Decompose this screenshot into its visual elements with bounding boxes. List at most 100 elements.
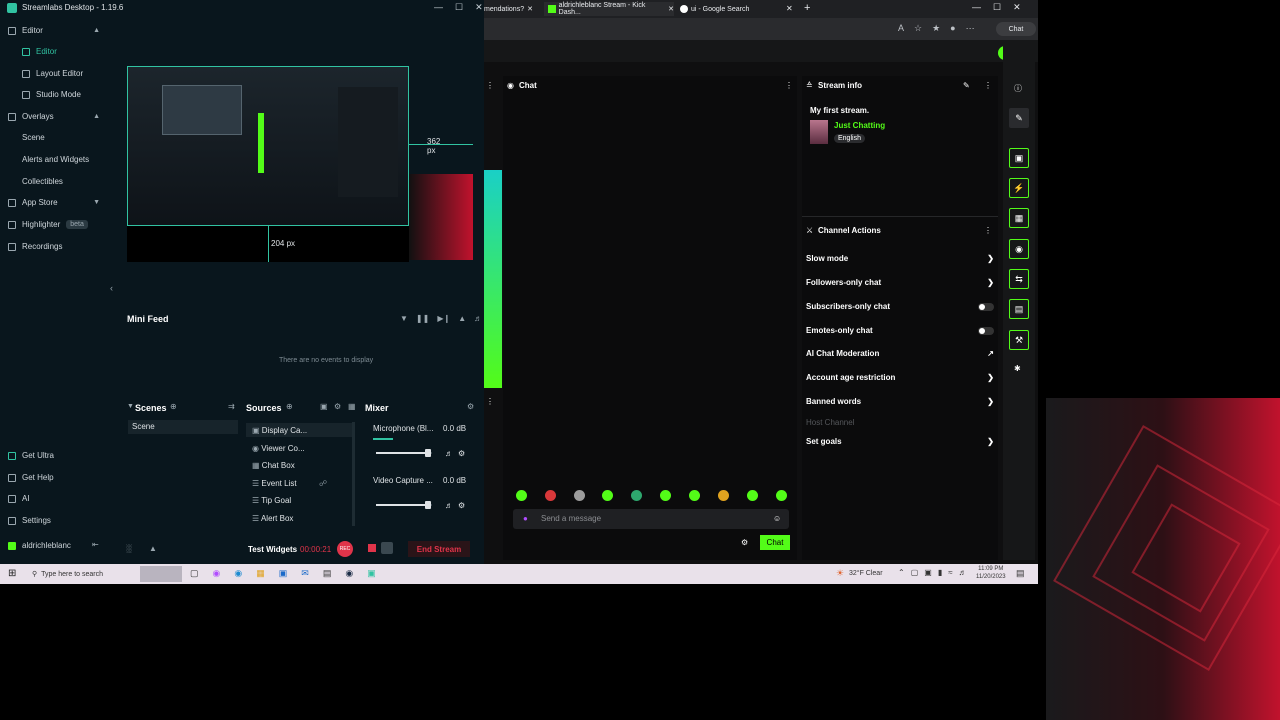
properties-icon[interactable]: ▦ [348, 402, 356, 411]
outlook-icon[interactable]: ✉ [301, 568, 309, 579]
more-icon[interactable]: ⋮ [984, 81, 992, 90]
overlay-red-source[interactable] [409, 174, 473, 260]
gear-icon[interactable]: ⚙ [741, 538, 748, 547]
nav-overlays[interactable]: Overlays [8, 112, 54, 121]
nav-settings[interactable]: Settings [8, 516, 51, 525]
nav-editor[interactable]: Editor [22, 47, 57, 56]
toolbar-button[interactable]: ⚒ [1009, 330, 1029, 350]
add-source-icon[interactable]: ⊕ [286, 402, 293, 411]
emoji-icon[interactable]: ☺ [773, 514, 781, 523]
stream-preview[interactable]: 362 px 204 px [127, 66, 473, 262]
close-icon[interactable]: ✕ [1013, 2, 1021, 13]
browser-tab-active[interactable]: aldrichleblanc Stream - Kick Dash... ✕ [544, 2, 674, 16]
more-icon[interactable]: ⋮ [785, 81, 793, 90]
nav-get-help[interactable]: Get Help [8, 473, 54, 482]
rec-button[interactable]: REC [337, 541, 353, 557]
action-followers-only[interactable]: Followers-only chat ❯ [806, 278, 994, 287]
notification-bell-icon[interactable]: ▲ [149, 544, 157, 553]
pause-icon[interactable]: ❚❚ [416, 314, 429, 323]
taskbar-search[interactable]: ⚲ Type here to search [26, 565, 136, 583]
new-tab-icon[interactable]: + [804, 2, 810, 14]
emote-icon[interactable] [602, 490, 613, 501]
source-item[interactable]: ☰ Alert Box [252, 514, 293, 523]
edit-pencil-icon[interactable]: ✎ [963, 81, 970, 90]
emote-icon[interactable] [660, 490, 671, 501]
emote-icon[interactable] [631, 490, 642, 501]
menu-icon[interactable]: ⋯ [966, 23, 975, 34]
chevron-down-icon[interactable]: ▼ [93, 199, 100, 206]
display-capture-source[interactable] [127, 66, 409, 226]
translate-icon[interactable]: A [898, 23, 904, 34]
chevron-up-icon[interactable]: ▲ [93, 27, 100, 34]
speaker-icon[interactable]: ♬ [959, 568, 967, 577]
more-icon[interactable]: ⋮ [486, 397, 494, 406]
action-subscribers-only[interactable]: Subscribers-only chat [806, 302, 994, 311]
action-emotes-only[interactable]: Emotes-only chat [806, 326, 994, 335]
notification-icon[interactable]: ▤ [1016, 568, 1025, 579]
chat-input[interactable]: ● Send a message ☺ [513, 509, 789, 529]
collapse-sidebar-icon[interactable]: ‹ [110, 283, 113, 293]
chevron-up-icon[interactable]: ⌃ [898, 568, 905, 577]
test-widgets-button[interactable]: Test Widgets [248, 545, 297, 554]
volume-slider[interactable] [376, 449, 432, 457]
source-item[interactable]: ◉ Viewer Co... [252, 444, 305, 453]
battery-icon[interactable]: ▮ [938, 568, 942, 577]
replay-buffer-icon[interactable] [381, 542, 393, 554]
send-chat-button[interactable]: Chat [760, 535, 790, 550]
task-view-icon[interactable]: ▢ [190, 568, 199, 579]
nav-get-ultra[interactable]: Get Ultra [8, 451, 54, 460]
nav-app-store[interactable]: App Store [8, 198, 58, 207]
store-icon[interactable]: ▣ [279, 568, 288, 579]
more-icon[interactable]: ⋮ [486, 81, 494, 90]
folder-icon[interactable]: ▣ [320, 402, 328, 411]
tray-app-icon[interactable]: ▢ [911, 568, 919, 577]
close-icon[interactable]: ✕ [668, 5, 674, 13]
chat-button-top[interactable]: Chat [996, 22, 1036, 36]
emote-icon[interactable] [689, 490, 700, 501]
emote-icon[interactable] [747, 490, 758, 501]
nav-highlighter[interactable]: Highlighter beta [8, 220, 88, 229]
clock[interactable]: 11:09 PM 11/20/2023 [976, 565, 1006, 581]
emote-icon[interactable] [776, 490, 787, 501]
windows-start-icon[interactable]: ⊞ [8, 568, 16, 579]
stream-category[interactable]: Just Chatting [834, 121, 885, 130]
toolbar-button[interactable]: ▤ [1009, 299, 1029, 319]
minimize-icon[interactable]: — [434, 2, 443, 13]
filter-icon[interactable]: ▼ [400, 314, 408, 323]
gear-icon[interactable]: ⚙ [458, 501, 465, 510]
nav-recordings[interactable]: Recordings [8, 242, 62, 251]
add-widget-icon[interactable]: ✱ [1014, 364, 1021, 373]
star-icon[interactable]: ☆ [914, 23, 922, 34]
close-icon[interactable]: ✕ [786, 4, 793, 13]
scene-item[interactable]: Scene [128, 420, 238, 434]
wifi-icon[interactable]: ≈ [948, 568, 952, 577]
microphone-icon[interactable]: ● [523, 514, 528, 523]
emote-icon[interactable] [516, 490, 527, 501]
action-ai-moderation[interactable]: AI Chat Moderation ↗ [806, 349, 994, 358]
bell-icon[interactable]: ▲ [458, 314, 466, 323]
maximize-icon[interactable]: ☐ [993, 2, 1001, 13]
chevron-down-icon[interactable]: ▼ [127, 403, 134, 410]
tray-app-icon[interactable]: ▣ [924, 568, 932, 577]
nav-alerts-widgets[interactable]: Alerts and Widgets [22, 155, 89, 164]
app-icon[interactable]: ▤ [323, 568, 332, 579]
emotes-only-toggle[interactable] [978, 326, 994, 335]
edge-icon[interactable]: ◉ [234, 568, 242, 579]
toolbar-button[interactable]: ◉ [1009, 239, 1029, 259]
action-banned-words[interactable]: Banned words ❯ [806, 397, 994, 406]
gear-icon[interactable]: ⚙ [458, 449, 465, 458]
toolbar-button[interactable]: ⚡ [1009, 178, 1029, 198]
toolbar-button[interactable]: ▣ [1009, 148, 1029, 168]
steam-icon[interactable]: ◉ [345, 568, 353, 579]
volume-icon[interactable]: ♬ [474, 314, 482, 323]
maximize-icon[interactable]: ☐ [455, 2, 463, 13]
action-account-age[interactable]: Account age restriction ❯ [806, 373, 994, 382]
nav-studio-mode[interactable]: Studio Mode [22, 90, 81, 99]
nav-layout-editor[interactable]: Layout Editor [22, 69, 83, 78]
copilot-icon[interactable]: ◉ [213, 568, 221, 579]
nav-collectibles[interactable]: Collectibles [22, 177, 63, 186]
speaker-icon[interactable]: ♬ [445, 449, 453, 458]
lock-icon[interactable]: ☍ [319, 479, 327, 488]
edit-layout-button[interactable]: ✎ [1009, 108, 1029, 128]
nav-scene[interactable]: Scene [22, 133, 45, 142]
